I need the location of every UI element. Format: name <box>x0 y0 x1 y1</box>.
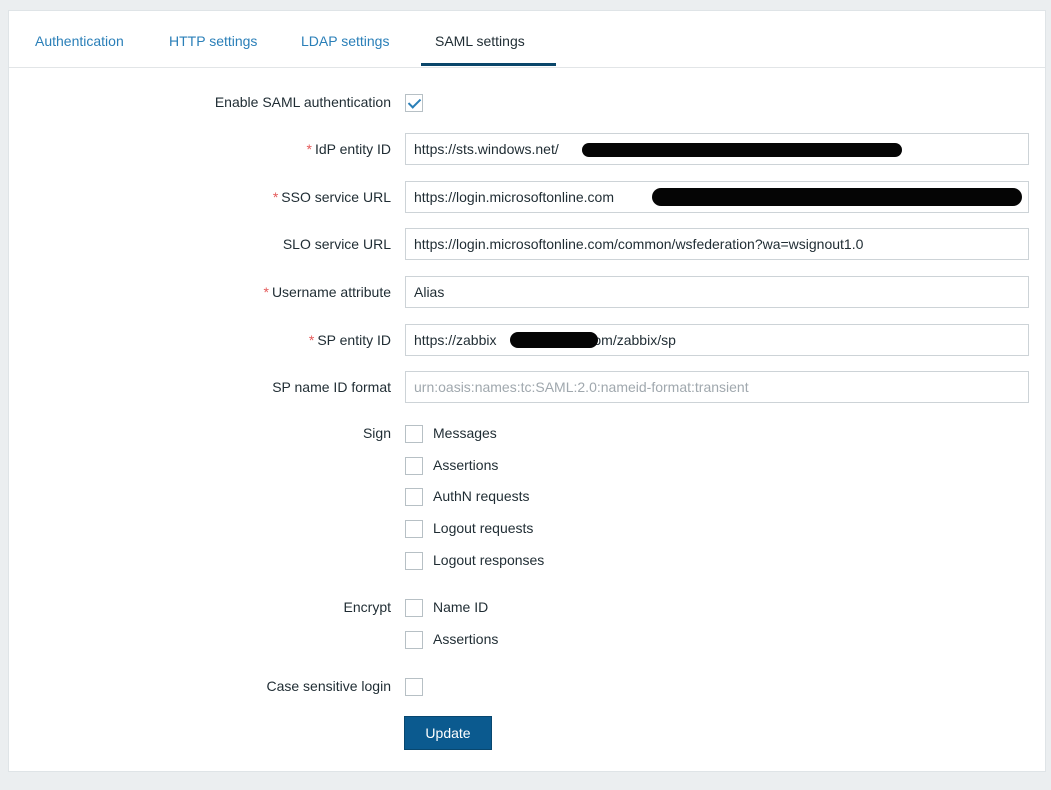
sp-name-id-format-placeholder: urn:oasis:names:tc:SAML:2.0:nameid-forma… <box>414 379 749 395</box>
idp-entity-id-label-text: IdP entity ID <box>314 141 391 157</box>
idp-entity-id-value: https://sts.windows.net/ <box>414 141 559 157</box>
tab-ldap-settings[interactable]: LDAP settings <box>301 33 389 49</box>
update-button[interactable]: Update <box>404 716 492 750</box>
redaction-mark <box>652 188 1022 206</box>
enable-saml-checkbox[interactable] <box>405 94 423 112</box>
sign-assertions-checkbox[interactable] <box>405 457 423 475</box>
sso-service-url-label: * SSO service URL <box>273 189 391 205</box>
sp-entity-id-value-prefix: https://zabbix <box>414 332 497 348</box>
sign-assertions-label: Assertions <box>433 457 499 473</box>
required-marker: * <box>308 332 315 348</box>
sso-service-url-input[interactable]: https://login.microsoftonline.com <box>405 181 1029 213</box>
slo-service-url-label: SLO service URL <box>282 236 391 252</box>
tab-http-settings[interactable]: HTTP settings <box>169 33 257 49</box>
sign-logout-requests-label: Logout requests <box>433 520 534 536</box>
encrypt-assertions-label: Assertions <box>433 631 499 647</box>
idp-entity-id-input[interactable]: https://sts.windows.net/ <box>405 133 1029 165</box>
required-marker: * <box>263 284 269 300</box>
tab-bar: Authentication HTTP settings LDAP settin… <box>9 11 1045 68</box>
sign-logout-responses-label: Logout responses <box>433 552 545 568</box>
username-attribute-label: * Username attribute <box>263 284 391 300</box>
active-tab-indicator <box>421 63 556 66</box>
encrypt-label: Encrypt <box>343 599 391 615</box>
username-attribute-value: Alias <box>414 284 445 300</box>
saml-settings-panel: Authentication HTTP settings LDAP settin… <box>8 10 1046 772</box>
encrypt-name-id-label: Name ID <box>433 599 489 615</box>
sp-entity-id-input[interactable]: https://zabbix .com/zabbix/sp <box>405 324 1029 356</box>
sp-name-id-format-label: SP name ID format <box>272 379 391 395</box>
username-attribute-label-text: Username attribute <box>271 284 391 300</box>
sso-service-url-label-text: SSO service URL <box>281 189 391 205</box>
sign-logout-requests-checkbox[interactable] <box>405 520 423 538</box>
sign-label: Sign <box>362 425 391 441</box>
required-marker: * <box>272 189 279 205</box>
slo-service-url-input[interactable]: https://login.microsoftonline.com/common… <box>405 228 1029 260</box>
username-attribute-input[interactable]: Alias <box>405 276 1029 308</box>
sign-messages-label: Messages <box>433 425 497 441</box>
tab-authentication[interactable]: Authentication <box>35 33 124 49</box>
sp-name-id-format-input[interactable]: urn:oasis:names:tc:SAML:2.0:nameid-forma… <box>405 371 1029 403</box>
case-sensitive-login-checkbox[interactable] <box>405 678 423 696</box>
required-marker: * <box>306 141 312 157</box>
redaction-mark <box>510 332 598 348</box>
redaction-mark <box>582 143 902 157</box>
tab-saml-settings[interactable]: SAML settings <box>435 33 525 49</box>
encrypt-name-id-checkbox[interactable] <box>405 599 423 617</box>
sso-service-url-value: https://login.microsoftonline.com <box>414 189 614 205</box>
sp-entity-id-label: * SP entity ID <box>309 332 391 348</box>
sp-entity-id-label-text: SP entity ID <box>317 332 391 348</box>
sign-authn-requests-label: AuthN requests <box>433 488 530 504</box>
sign-authn-requests-checkbox[interactable] <box>405 488 423 506</box>
idp-entity-id-label: * IdP entity ID <box>307 141 391 157</box>
enable-saml-label: Enable SAML authentication <box>214 94 391 110</box>
sign-logout-responses-checkbox[interactable] <box>405 552 423 570</box>
sign-messages-checkbox[interactable] <box>405 425 423 443</box>
case-sensitive-login-label: Case sensitive login <box>266 678 391 694</box>
encrypt-assertions-checkbox[interactable] <box>405 631 423 649</box>
slo-service-url-value: https://login.microsoftonline.com/common… <box>414 236 864 252</box>
